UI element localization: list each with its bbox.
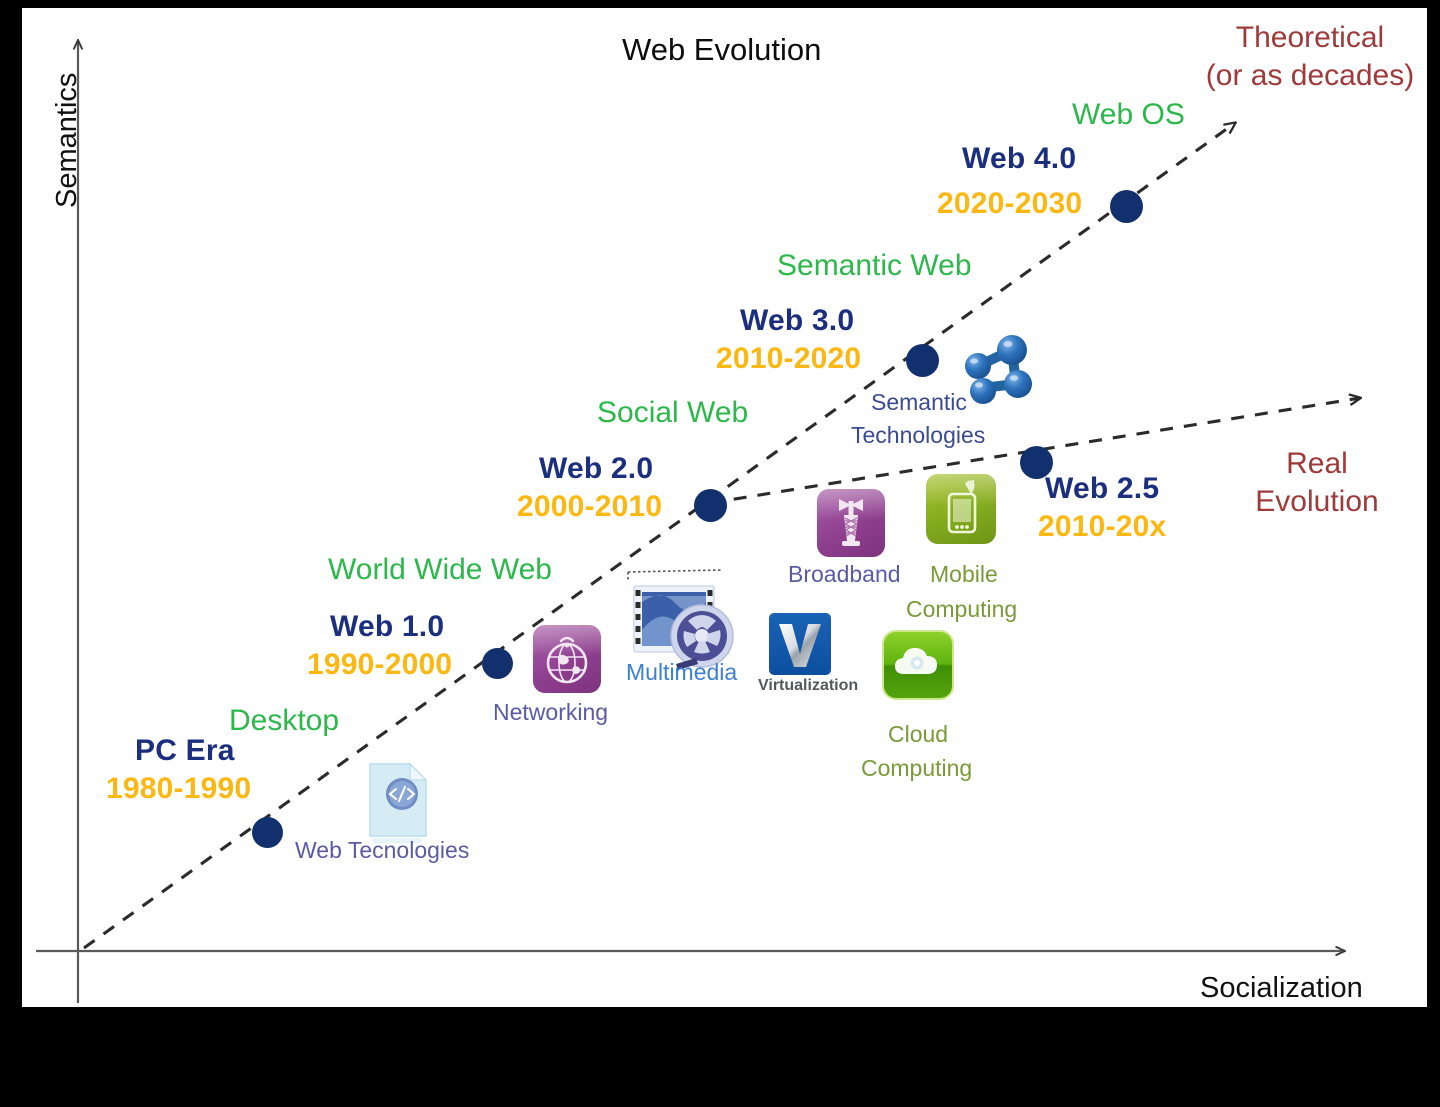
tech-label-web-technologies: Web Tecnologies bbox=[295, 837, 470, 863]
stage-theme-pc-era: Desktop bbox=[229, 704, 340, 737]
stage-theme-web-20: Social Web bbox=[597, 396, 749, 429]
stage-theme-web-30: Semantic Web bbox=[777, 249, 972, 282]
mobile-phone-icon bbox=[926, 474, 996, 544]
diagram-frame: Web Evolution Semantics Socialization Th… bbox=[0, 0, 1440, 1107]
node-dot-web-40[interactable] bbox=[1110, 190, 1143, 223]
node-dot-web-30[interactable] bbox=[906, 344, 939, 377]
globe-icon bbox=[533, 625, 601, 693]
letter-v-icon bbox=[769, 613, 831, 675]
cloud-icon bbox=[882, 630, 954, 700]
tech-label-computing-mobile: Computing bbox=[906, 596, 1018, 622]
stage-era-web-40: Web 4.0 bbox=[962, 142, 1077, 175]
tech-label-networking: Networking bbox=[493, 699, 609, 725]
tech-label-semantic: Semantic bbox=[871, 389, 967, 415]
tech-label-mobile: Mobile bbox=[930, 561, 998, 587]
stage-years-web-25: 2010-20x bbox=[1038, 510, 1167, 543]
stage-years-web-20: 2000-2010 bbox=[517, 490, 663, 523]
stage-years-web-10: 1990-2000 bbox=[307, 648, 453, 681]
node-dot-pc-era[interactable] bbox=[252, 817, 283, 848]
y-axis-label: Semantics bbox=[51, 72, 83, 208]
document-code-icon bbox=[360, 758, 436, 844]
node-dot-web-10[interactable] bbox=[482, 648, 513, 679]
diagram-canvas: Web Evolution Semantics Socialization Th… bbox=[22, 8, 1427, 1007]
tech-label-multimedia: Multimedia bbox=[626, 659, 738, 685]
stage-years-web-40: 2020-2030 bbox=[937, 187, 1083, 220]
multimedia-callout-line bbox=[627, 569, 723, 573]
stage-era-web-30: Web 3.0 bbox=[740, 304, 855, 337]
real-branch-label-line1: Real bbox=[1286, 447, 1348, 480]
tech-label-technologies: Technologies bbox=[851, 422, 986, 448]
tech-label-broadband: Broadband bbox=[788, 561, 901, 587]
stage-theme-web-10: World Wide Web bbox=[328, 553, 552, 586]
theoretical-branch-label-line1: Theoretical bbox=[1235, 21, 1385, 54]
x-axis-label: Socialization bbox=[1200, 972, 1363, 1004]
real-branch-label-line2: Evolution bbox=[1255, 485, 1379, 518]
stage-era-web-10: Web 1.0 bbox=[330, 610, 445, 643]
tech-label-cloud: Cloud bbox=[888, 721, 949, 747]
node-dot-web-20[interactable] bbox=[694, 489, 727, 522]
antenna-tower-icon bbox=[817, 489, 885, 557]
chart-title: Web Evolution bbox=[622, 32, 822, 67]
stage-era-web-20: Web 2.0 bbox=[539, 452, 654, 485]
stage-era-pc-era: PC Era bbox=[135, 734, 235, 767]
stage-era-web-25: Web 2.5 bbox=[1045, 472, 1160, 505]
stage-theme-web-40: Web OS bbox=[1072, 98, 1185, 131]
theoretical-branch-label-line2: (or as decades) bbox=[1205, 59, 1415, 92]
tech-label-virtualization: Virtualization bbox=[758, 677, 859, 694]
tech-label-computing-cloud: Computing bbox=[861, 755, 973, 781]
stage-years-web-30: 2010-2020 bbox=[716, 342, 862, 375]
stage-years-pc-era: 1980-1990 bbox=[106, 772, 252, 805]
